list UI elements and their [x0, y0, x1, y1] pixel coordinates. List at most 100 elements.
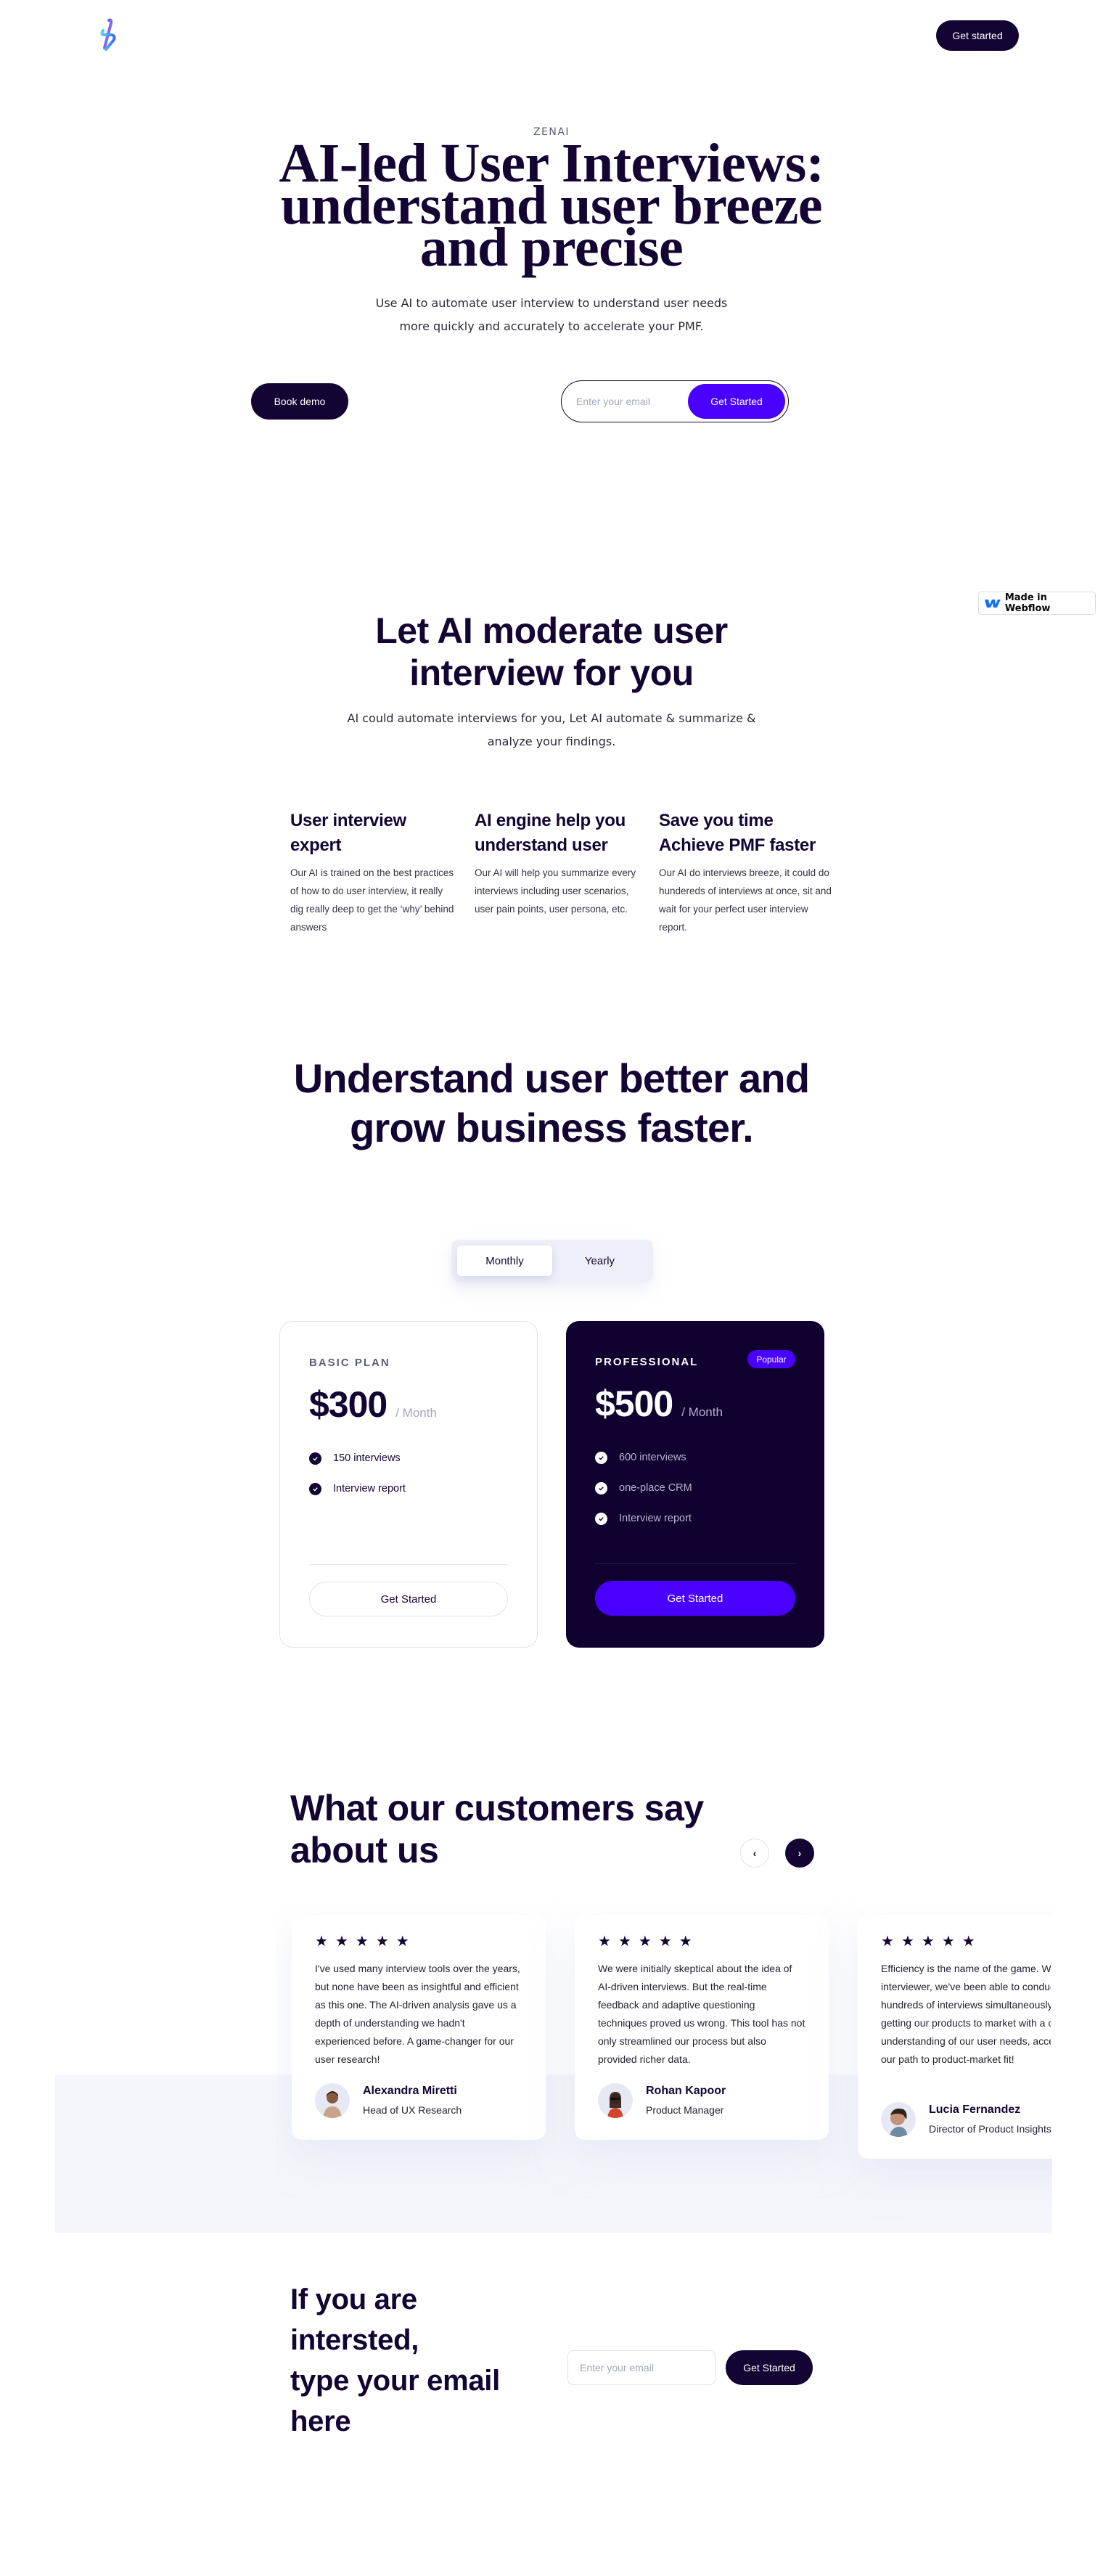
quote-line: interviewer, we've been able to conduc: [881, 1981, 1051, 1992]
plan-features: 600 interviews one-place CRM Interview r…: [595, 1442, 795, 1534]
pricing-title: Understand user better and grow business…: [293, 1055, 810, 1150]
cta-title-line: type your email: [290, 2365, 500, 2397]
popular-badge: Popular: [747, 1350, 795, 1368]
author-role: Product Manager: [646, 2104, 724, 2116]
star-icon: ★: [375, 1934, 389, 1950]
quote-line: our path to product-market fit!: [881, 2053, 1014, 2065]
star-rating: ★ ★ ★ ★ ★: [598, 1932, 805, 1951]
star-icon: ★: [941, 1934, 955, 1950]
cta-title-line: intersted,: [290, 2324, 419, 2356]
plan-price: $500: [595, 1383, 673, 1424]
star-icon: ★: [335, 1934, 348, 1950]
features-subtitle-line: AI could automate interviews for you, Le…: [347, 711, 756, 725]
feature-body: Our AI do interviews breeze, it could do…: [659, 867, 832, 933]
testimonials-title: What our customers say about us: [290, 1788, 704, 1870]
hero-get-started-button[interactable]: Get Started: [688, 384, 785, 419]
star-icon: ★: [315, 1934, 328, 1950]
testimonial-quote: Efficiency is the name of the game. Wi i…: [881, 1960, 1051, 2069]
plan-feature-label: Interview report: [333, 1483, 406, 1495]
plan-feature-label: one-place CRM: [619, 1482, 692, 1494]
plan-name: BASIC PLAN: [309, 1357, 390, 1369]
toggle-yearly[interactable]: Yearly: [552, 1246, 647, 1276]
features-title: Let AI moderate user interview for you: [261, 610, 842, 694]
feature-body: Our AI will help you summarize every int…: [475, 867, 636, 915]
testimonial-card: ★ ★ ★ ★ ★ We were initially skeptical about …: [575, 1915, 829, 2140]
author-role: Director of Product Insights: [929, 2123, 1051, 2135]
star-icon: ★: [638, 1934, 652, 1950]
star-rating: ★ ★ ★ ★ ★: [315, 1932, 522, 1951]
check-circle-icon: [309, 1482, 321, 1495]
feature-item: AI engine help you understand user Our A…: [475, 809, 641, 918]
testimonial-quote: I've used many interview tools over the …: [315, 1963, 520, 2065]
hero-email-form: Get Started: [561, 380, 789, 422]
plan-divider: [595, 1563, 795, 1564]
basic-get-started-button[interactable]: Get Started: [309, 1582, 508, 1616]
testimonial-author: Lucia Fernandez Director of Product Insi…: [881, 2101, 1051, 2138]
cta-title-line: here: [290, 2405, 351, 2437]
plan-feature-item: Interview report: [309, 1473, 508, 1504]
star-icon: ★: [961, 1934, 975, 1950]
cta-title-line: If you are: [290, 2283, 417, 2315]
billing-toggle: Monthly Yearly: [451, 1240, 653, 1282]
plan-price: $300: [309, 1384, 388, 1425]
feature-title: AI engine help you understand user: [475, 811, 626, 855]
toggle-monthly[interactable]: Monthly: [457, 1246, 552, 1276]
pricing-card-basic: BASIC PLAN $300 / Month 150 interviews I…: [279, 1321, 538, 1648]
testimonials-carousel: ★ ★ ★ ★ ★ I've used many interview tools ove…: [276, 1902, 1052, 2236]
check-circle-icon: [309, 1452, 321, 1465]
star-icon: ★: [901, 1934, 914, 1950]
hero-title: AI-led User Interviews: understand user …: [261, 136, 842, 275]
check-circle-icon: [595, 1451, 607, 1464]
book-demo-button[interactable]: Book demo: [251, 383, 348, 420]
hero-subtitle: Use AI to automate user interview to und…: [334, 292, 769, 338]
cta-email-input[interactable]: [567, 2350, 715, 2385]
quote-line: understanding of our user needs, acce: [881, 2035, 1051, 2047]
avatar: [315, 2083, 350, 2118]
star-icon: ★: [598, 1934, 611, 1950]
testimonial-card: ★ ★ ★ ★ ★ I've used many interview tools ove…: [292, 1915, 546, 2140]
zenai-logo-icon[interactable]: [93, 17, 122, 54]
made-in-webflow-badge[interactable]: Made in Webflow: [978, 592, 1096, 615]
feature-title: Save you time Achieve PMF faster: [659, 811, 816, 855]
testimonial-author: Rohan Kapoor Product Manager: [598, 2082, 726, 2119]
plan-divider: [309, 1564, 508, 1565]
star-icon: ★: [678, 1934, 692, 1950]
nav-get-started-button[interactable]: Get started: [936, 20, 1019, 51]
feature-title: User interview expert: [290, 811, 406, 855]
chevron-right-icon: ›: [797, 1847, 802, 1859]
feature-item: User interview expert Our AI is trained …: [290, 809, 457, 936]
carousel-prev-button[interactable]: ‹: [740, 1839, 769, 1868]
carousel-next-button[interactable]: ›: [785, 1839, 814, 1868]
cta-title: If you are intersted, type your email he…: [290, 2279, 552, 2442]
cta-get-started-button[interactable]: Get Started: [726, 2350, 813, 2385]
author-name: Alexandra Miretti: [363, 2085, 457, 2097]
features-title-line: interview for you: [409, 653, 694, 693]
plan-features: 150 interviews Interview report: [309, 1443, 508, 1504]
features-subtitle-line: analyze your findings.: [487, 735, 616, 748]
star-icon: ★: [881, 1934, 894, 1950]
plan-period: / Month: [681, 1405, 723, 1419]
quote-line: hundreds of interviews simultaneously.: [881, 1999, 1051, 2011]
author-name: Lucia Fernandez: [929, 2103, 1021, 2116]
author-name: Rohan Kapoor: [646, 2085, 726, 2097]
feature-item: Save you time Achieve PMF faster Our AI …: [659, 809, 833, 936]
webflow-badge-label: Made in Webflow: [1004, 592, 1051, 614]
hero-email-input[interactable]: [576, 396, 685, 407]
plan-feature-item: 150 interviews: [309, 1443, 508, 1473]
plan-feature-item: one-place CRM: [595, 1473, 795, 1503]
avatar: [598, 2083, 633, 2118]
quote-line: getting our products to market with a c: [881, 2017, 1051, 2029]
plan-feature-label: Interview report: [619, 1513, 692, 1524]
features-subtitle: AI could automate interviews for you, Le…: [334, 707, 769, 753]
professional-get-started-button[interactable]: Get Started: [595, 1581, 795, 1616]
chevron-left-icon: ‹: [753, 1847, 757, 1859]
plan-feature-label: 600 interviews: [619, 1452, 686, 1463]
plan-feature-item: Interview report: [595, 1503, 795, 1534]
star-icon: ★: [618, 1934, 631, 1950]
hero-title-line: and precise: [419, 217, 684, 278]
author-role: Head of UX Research: [363, 2104, 462, 2116]
star-icon: ★: [921, 1934, 935, 1950]
plan-feature-label: 150 interviews: [333, 1452, 401, 1464]
testimonial-author: Alexandra Miretti Head of UX Research: [315, 2082, 462, 2119]
star-rating: ★ ★ ★ ★ ★: [881, 1932, 1052, 1951]
